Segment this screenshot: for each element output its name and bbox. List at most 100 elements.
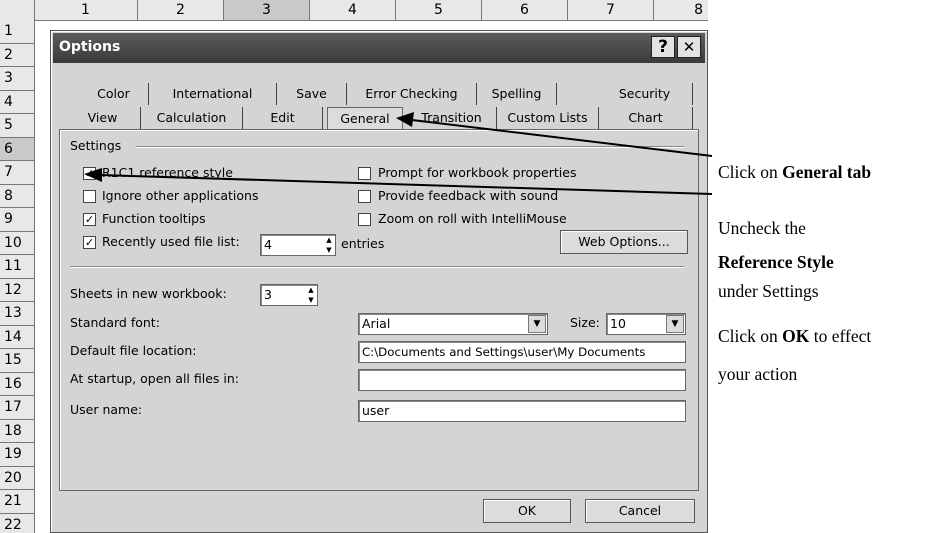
entries-label: entries (341, 236, 385, 251)
prompt-properties-checkbox[interactable] (358, 167, 371, 180)
standard-font-label: Standard font: (70, 315, 160, 330)
recent-files-spinner[interactable]: ▲ ▼ (322, 235, 336, 255)
row-header[interactable]: 16 (0, 373, 34, 396)
column-header[interactable]: 6 (482, 0, 568, 20)
settings-divider (136, 146, 684, 148)
tab-calculation[interactable]: Calculation (141, 107, 243, 129)
r1c1-checkbox[interactable]: ✓ (83, 167, 96, 180)
select-all-corner[interactable] (0, 0, 35, 20)
row-header[interactable]: 19 (0, 443, 34, 467)
annotation-ok-line2: your action (718, 364, 798, 384)
sheets-spinner[interactable]: ▲ ▼ (304, 285, 318, 305)
recent-files-checkbox[interactable]: ✓ (83, 236, 96, 249)
close-button[interactable]: ✕ (677, 36, 701, 58)
standard-font-value: Arial (362, 316, 391, 331)
tab-custom-lists[interactable]: Custom Lists (497, 107, 599, 129)
column-header[interactable]: 1 (34, 0, 138, 20)
tab-transition[interactable]: Transition (407, 107, 497, 129)
general-tab-panel: Settings ✓ R1C1 reference style Ignore o… (59, 129, 699, 491)
row-header[interactable]: 14 (0, 326, 34, 349)
row-header[interactable]: 7 (0, 161, 34, 185)
tab-color[interactable]: Color (79, 83, 149, 105)
row-header[interactable]: 4 (0, 91, 34, 114)
tab-edit[interactable]: Edit (243, 107, 323, 129)
dialog-titlebar[interactable]: Options ? ✕ (53, 33, 705, 63)
zoom-intellimouse-checkbox[interactable] (358, 213, 371, 226)
tab-security[interactable]: Security (557, 83, 693, 105)
row-header[interactable]: 21 (0, 490, 34, 514)
row-header[interactable]: 1 (0, 20, 34, 44)
zoom-intellimouse-label: Zoom on roll with IntelliMouse (378, 211, 567, 226)
ok-button[interactable]: OK (483, 499, 571, 523)
recent-files-label: Recently used file list: (102, 234, 240, 249)
help-button[interactable]: ? (651, 36, 675, 58)
tab-save[interactable]: Save (277, 83, 347, 105)
ignore-apps-checkbox[interactable] (83, 190, 96, 203)
column-header-bar: 1 2 3 4 5 6 7 8 (0, 0, 708, 21)
chevron-down-icon[interactable]: ▼ (666, 315, 684, 333)
tab-error-checking[interactable]: Error Checking (347, 83, 477, 105)
recent-files-count-value: 4 (264, 237, 272, 252)
web-options-button[interactable]: Web Options... (560, 230, 688, 254)
annotation-general: Click on General tab (718, 162, 872, 182)
sheets-count-value: 3 (264, 287, 272, 302)
r1c1-label: R1C1 reference style (102, 165, 233, 180)
username-value: user (362, 403, 390, 418)
default-location-value: C:\Documents and Settings\user\My Docume… (362, 345, 646, 359)
column-header[interactable]: 8 (654, 0, 708, 20)
font-size-value: 10 (610, 316, 626, 331)
sheets-label: Sheets in new workbook: (70, 286, 227, 301)
function-tooltips-label: Function tooltips (102, 211, 206, 226)
tab-chart[interactable]: Chart (599, 107, 693, 129)
row-header[interactable]: 13 (0, 302, 34, 326)
row-header[interactable]: 15 (0, 349, 34, 373)
startup-label: At startup, open all files in: (70, 371, 240, 386)
row-header[interactable]: 18 (0, 420, 34, 443)
row-header[interactable]: 2 (0, 44, 34, 67)
annotation-uncheck-line2: Reference Style (718, 252, 834, 272)
column-header[interactable]: 3 (224, 0, 310, 20)
annotation-uncheck-line3: under Settings (718, 281, 819, 301)
default-location-input[interactable]: C:\Documents and Settings\user\My Docume… (358, 341, 686, 363)
dialog-title: Options (59, 39, 121, 55)
tab-spelling[interactable]: Spelling (477, 83, 557, 105)
section-divider (70, 266, 684, 268)
row-header[interactable]: 10 (0, 232, 34, 255)
column-header[interactable]: 5 (396, 0, 482, 20)
column-header[interactable]: 4 (310, 0, 396, 20)
feedback-sound-label: Provide feedback with sound (378, 188, 559, 203)
checkmark-icon: ✓ (84, 167, 95, 180)
options-dialog: Options ? ✕ Color International Save Err… (50, 30, 708, 533)
chevron-down-icon[interactable]: ▼ (528, 315, 546, 333)
function-tooltips-checkbox[interactable]: ✓ (83, 213, 96, 226)
cancel-button[interactable]: Cancel (585, 499, 695, 523)
size-label: Size: (570, 315, 600, 330)
font-size-select[interactable]: 10 ▼ (606, 313, 686, 335)
tab-view[interactable]: View (65, 107, 141, 129)
username-label: User name: (70, 402, 143, 417)
ignore-apps-label: Ignore other applications (102, 188, 259, 203)
column-header[interactable]: 7 (568, 0, 654, 20)
startup-folder-input[interactable] (358, 369, 686, 391)
annotation-uncheck-line1: Uncheck the (718, 218, 806, 238)
checkmark-icon: ✓ (84, 236, 95, 249)
tab-international[interactable]: International (149, 83, 277, 105)
help-icon: ? (658, 37, 668, 57)
column-header[interactable]: 2 (138, 0, 224, 20)
row-header[interactable]: 17 (0, 396, 34, 420)
row-header[interactable]: 6 (0, 137, 34, 161)
default-location-label: Default file location: (70, 343, 197, 358)
row-header[interactable]: 5 (0, 114, 34, 138)
row-header[interactable]: 20 (0, 467, 34, 490)
tab-general[interactable]: General (327, 107, 403, 131)
username-input[interactable]: user (358, 400, 686, 422)
row-header[interactable]: 22 (0, 514, 34, 533)
row-header[interactable]: 12 (0, 279, 34, 302)
standard-font-select[interactable]: Arial ▼ (358, 313, 548, 335)
row-header[interactable]: 11 (0, 255, 34, 279)
row-header[interactable]: 8 (0, 185, 34, 208)
row-header[interactable]: 3 (0, 67, 34, 91)
close-icon: ✕ (682, 38, 696, 56)
feedback-sound-checkbox[interactable] (358, 190, 371, 203)
row-header[interactable]: 9 (0, 208, 34, 232)
